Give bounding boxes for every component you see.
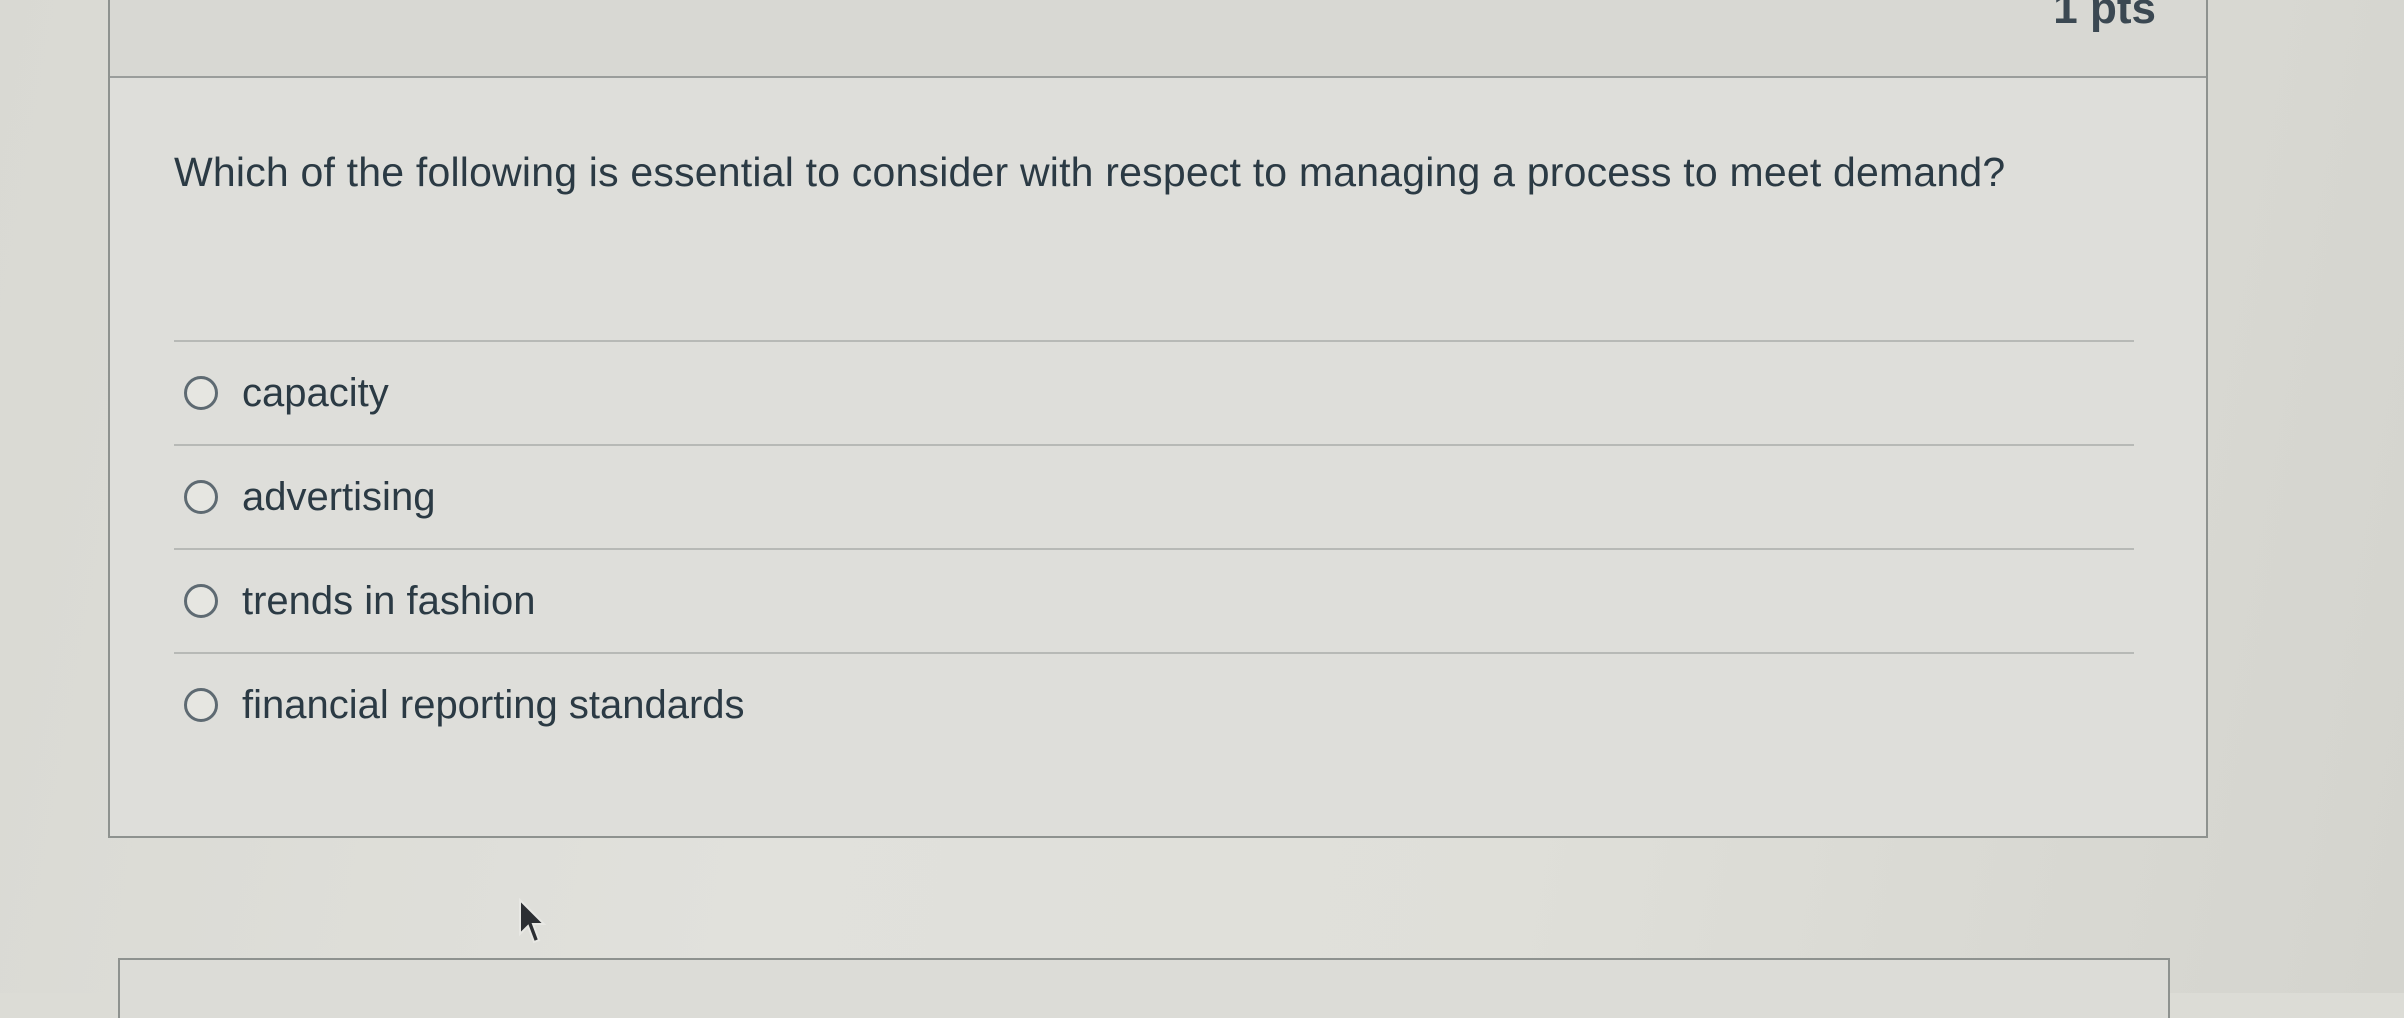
answer-label: financial reporting standards xyxy=(242,682,745,727)
mouse-pointer-icon xyxy=(519,898,547,944)
answer-option-capacity[interactable]: capacity xyxy=(174,340,2134,444)
radio-unselected-icon[interactable] xyxy=(184,584,218,618)
answer-option-financial-reporting-standards[interactable]: financial reporting standards xyxy=(174,652,2134,756)
screen-background: 1 pts Which of the following is essentia… xyxy=(0,0,2404,1018)
points-label: 1 pts xyxy=(2053,0,2156,33)
question-text: Which of the following is essential to c… xyxy=(174,149,2006,195)
radio-unselected-icon[interactable] xyxy=(184,688,218,722)
radio-unselected-icon[interactable] xyxy=(184,376,218,410)
radio-unselected-icon[interactable] xyxy=(184,480,218,514)
answer-label: trends in fashion xyxy=(242,578,536,623)
answer-option-advertising[interactable]: advertising xyxy=(174,444,2134,548)
answer-option-trends-in-fashion[interactable]: trends in fashion xyxy=(174,548,2134,652)
answer-label: advertising xyxy=(242,474,436,519)
answer-list: capacity advertising trends in fashion f… xyxy=(174,340,2134,756)
answer-label: capacity xyxy=(242,370,389,415)
question-card: 1 pts Which of the following is essentia… xyxy=(108,0,2208,838)
next-question-card xyxy=(118,958,2170,1018)
question-header: 1 pts xyxy=(110,0,2206,78)
